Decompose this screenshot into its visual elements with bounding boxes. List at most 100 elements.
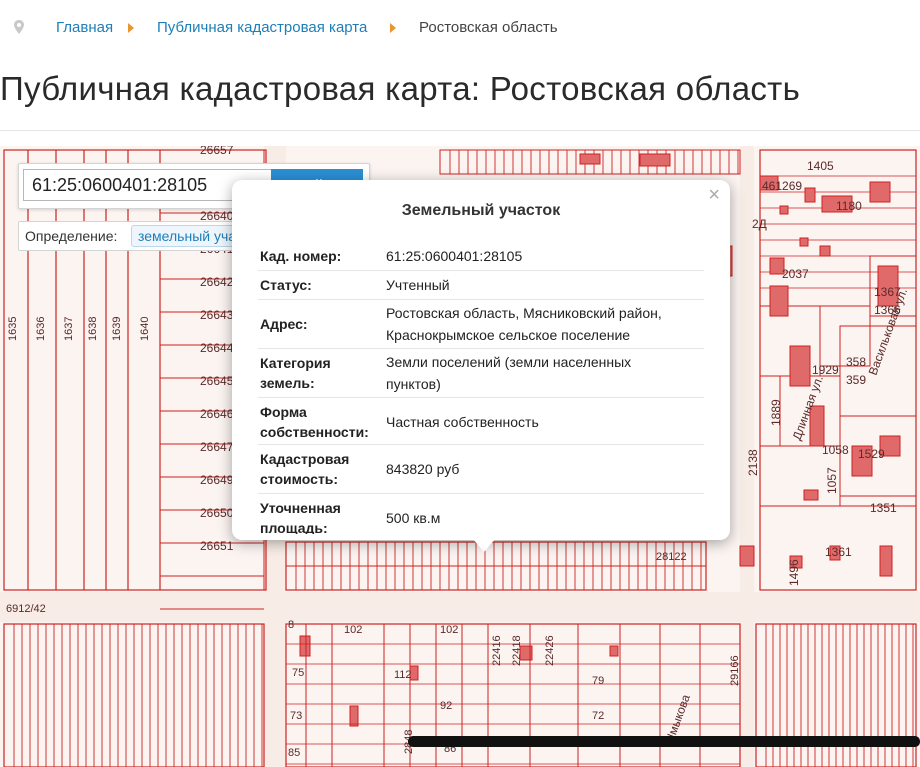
map-label: 26651: [200, 539, 234, 553]
map-building: [869, 181, 891, 203]
map-road: [0, 592, 920, 622]
map-label: 1180: [836, 199, 862, 213]
info-row-address: Адрес: Ростовская область, Мясниковский …: [258, 300, 704, 349]
map-label: 22426: [544, 635, 556, 666]
map-label: 8: [288, 619, 294, 631]
map-building: [639, 153, 671, 167]
map-label: 1639: [111, 317, 123, 341]
map-label: 102: [344, 624, 362, 636]
map-label: 1635: [7, 317, 19, 341]
map-building: [349, 705, 359, 727]
breadcrumb: Главная Публичная кадастровая карта Рост…: [0, 0, 920, 60]
map-label: 26647: [200, 440, 234, 454]
info-row-area: Уточненная площадь: 500 кв.м: [258, 494, 704, 534]
map-parcel-group: [286, 542, 706, 590]
map-label: 1058: [822, 443, 849, 457]
map-label: 26646: [200, 407, 234, 421]
map-label: 26650: [200, 506, 234, 520]
info-row-ownership: Форма собственности: Частная собственнос…: [258, 398, 704, 445]
map-building: [804, 187, 816, 203]
map-label: 79: [592, 675, 604, 687]
info-row-cadastral-number: Кад. номер: 61:25:0600401:28105: [258, 242, 704, 271]
breadcrumb-separator-icon: [128, 23, 134, 33]
map-pin-icon: [14, 20, 24, 38]
map-label: 102: [440, 624, 458, 636]
map-parcel-group: [759, 175, 917, 591]
info-label: Кадастровая стоимость:: [260, 451, 350, 487]
map-label: 26649: [200, 473, 234, 487]
map-label: 22418: [511, 635, 523, 666]
map-label: 112: [394, 669, 412, 681]
breadcrumb-home-link[interactable]: Главная: [56, 19, 113, 36]
map-building: [299, 635, 311, 657]
map-building: [803, 489, 819, 501]
info-row-status: Статус: Учтенный: [258, 271, 704, 300]
map-label: 1640: [139, 317, 151, 341]
map-label: 358: [846, 355, 866, 369]
map-label: 1529: [858, 447, 885, 461]
map-label: 1637: [63, 317, 75, 341]
info-label: Кад. номер:: [260, 248, 342, 264]
breadcrumb-section-link[interactable]: Публичная кадастровая карта: [157, 19, 367, 36]
info-label: Форма собственности:: [260, 404, 369, 440]
map-building: [579, 153, 601, 165]
map-label: 28122: [656, 551, 687, 563]
info-row-land-category: Категория земель: Земли поселений (земли…: [258, 349, 704, 398]
map-label: 2037: [782, 267, 809, 281]
map-parcel-group: [13, 624, 263, 767]
map-label: 1889: [769, 399, 783, 426]
page-title: Публичная кадастровая карта: Ростовская …: [0, 70, 801, 107]
map-label: 1361: [825, 545, 852, 559]
map-label: 72: [592, 710, 604, 722]
divider: [0, 130, 920, 131]
map-building: [609, 645, 619, 657]
info-label: Уточненная площадь:: [260, 500, 341, 534]
map-label: 26642: [200, 275, 234, 289]
popup-pointer: [472, 538, 496, 552]
parcel-info-popup: × Земельный участок Кад. номер: 61:25:06…: [232, 180, 730, 552]
map-label: 26657: [200, 146, 234, 157]
info-label: Категория земель:: [260, 355, 331, 391]
info-value: 843820 руб: [386, 461, 460, 477]
map-building: [819, 245, 831, 257]
map-building: [769, 285, 789, 317]
map-label: 85: [288, 747, 300, 759]
map-building: [739, 545, 755, 567]
map-building: [789, 345, 811, 387]
map-label: 29166: [729, 655, 741, 686]
breadcrumb-separator-icon: [390, 23, 396, 33]
map-label: 1057: [825, 467, 839, 494]
map-building: [799, 237, 809, 247]
map-parcel-group: [27, 150, 161, 590]
info-value: Ростовская область, Мясниковский район, …: [386, 305, 662, 343]
map-label: 2138: [746, 449, 760, 476]
map-label: 1636: [35, 317, 47, 341]
map-label: 461269: [762, 179, 802, 193]
map-label: 6912/42: [6, 603, 46, 615]
map-label: 73: [290, 710, 302, 722]
info-value: Земли поселений (земли населенных пункто…: [386, 354, 632, 392]
map-building: [879, 545, 893, 577]
info-value: Частная собственность: [386, 414, 539, 430]
map-label: 26644: [200, 341, 234, 355]
parcel-info-table: Кад. номер: 61:25:0600401:28105 Статус: …: [258, 242, 704, 534]
map-label: 26645: [200, 374, 234, 388]
type-filter-label: Определение:: [25, 228, 118, 244]
info-value: 500 кв.м: [386, 510, 441, 526]
map-label: 92: [440, 700, 452, 712]
info-value: Учтенный: [386, 277, 450, 293]
map-label: 359: [846, 373, 866, 387]
map-label: 1351: [870, 501, 897, 515]
map-label: 1638: [87, 317, 99, 341]
map-label: 26643: [200, 308, 234, 322]
map-label: 75: [292, 667, 304, 679]
info-label: Адрес:: [260, 316, 308, 332]
map-label: 1496: [787, 559, 801, 586]
info-row-cadastral-value: Кадастровая стоимость: 843820 руб: [258, 445, 704, 494]
map-building: [779, 205, 789, 215]
map-scroll-handle[interactable]: [408, 736, 920, 747]
map-label: 22416: [491, 635, 503, 666]
breadcrumb-current: Ростовская область: [419, 19, 558, 36]
info-value: 61:25:0600401:28105: [386, 248, 523, 264]
popup-title: Земельный участок: [401, 202, 561, 219]
